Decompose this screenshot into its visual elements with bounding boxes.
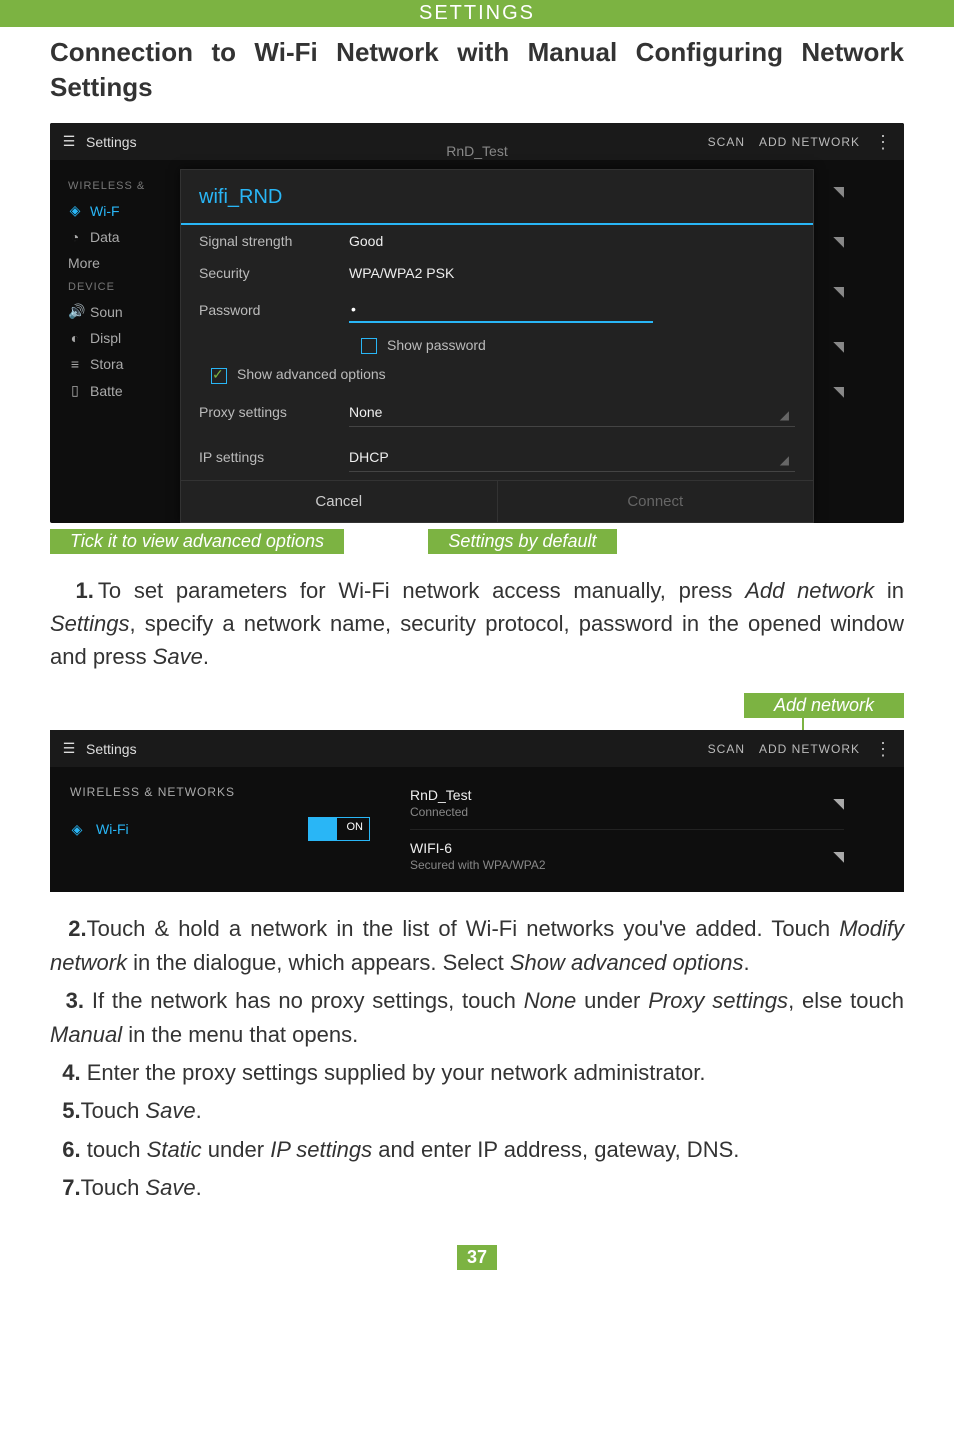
sidebar-section-wireless: WIRELESS & xyxy=(68,180,188,192)
ip-settings-label: IP settings xyxy=(199,449,349,465)
sidebar-item-sound[interactable]: 🔊Soun xyxy=(68,303,188,320)
network-name: RnD_Test xyxy=(410,787,471,803)
show-advanced-checkbox[interactable]: Show advanced options xyxy=(181,360,813,389)
topbar-title: Settings xyxy=(86,134,137,150)
ip-settings-spinner[interactable]: DHCP◢ xyxy=(349,443,795,472)
dialog-title: wifi_RND xyxy=(181,170,813,225)
connect-button[interactable]: Connect xyxy=(497,481,814,522)
network-name: WIFI-6 xyxy=(410,840,546,856)
wifi-signal-icon: ◥ xyxy=(833,795,844,812)
battery-icon: ▯ xyxy=(68,382,82,399)
step-4-text: 4. Enter the proxy settings supplied by … xyxy=(50,1056,904,1090)
security-value: WPA/WPA2 PSK xyxy=(349,265,795,281)
proxy-settings-spinner[interactable]: None◢ xyxy=(349,398,795,427)
wifi-icon: ◈ xyxy=(70,821,84,838)
security-label: Security xyxy=(199,265,349,281)
add-network-button[interactable]: ADD NETWORK xyxy=(759,742,860,756)
sidebar-item-wifi[interactable]: ◈ Wi-Fi xyxy=(70,817,370,841)
page-number: 37 xyxy=(457,1245,497,1270)
add-network-button[interactable]: ADD NETWORK xyxy=(759,135,860,149)
storage-icon: ≡ xyxy=(68,356,82,372)
sidebar-item-more[interactable]: More xyxy=(68,255,188,271)
password-label: Password xyxy=(199,302,349,318)
page-header: SETTINGS xyxy=(0,0,954,27)
checkbox-checked-icon xyxy=(211,368,227,384)
settings-icon: ☰ xyxy=(62,133,76,150)
display-icon: ◐ xyxy=(68,330,82,346)
section-heading-line2: Settings xyxy=(50,72,904,103)
dropdown-icon: ◢ xyxy=(780,408,789,422)
sound-icon: 🔊 xyxy=(68,303,82,320)
scan-button[interactable]: SCAN xyxy=(708,742,745,756)
scan-button[interactable]: SCAN xyxy=(708,135,745,149)
step-1-text: 1.To set parameters for Wi-Fi network ac… xyxy=(50,574,904,673)
sidebar-item-data[interactable]: ◔Data xyxy=(68,229,188,245)
wifi-icon: ◈ xyxy=(68,202,82,219)
settings-icon: ☰ xyxy=(62,740,76,757)
network-row[interactable]: RnD_Test Connected ◥ xyxy=(410,777,844,830)
wifi-toggle[interactable] xyxy=(308,817,370,841)
screenshot-wifi-list: ☰ Settings SCAN ADD NETWORK ⋮ WIRELESS &… xyxy=(50,730,904,892)
step-2-text: 2.Touch & hold a network in the list of … xyxy=(50,912,904,980)
sidebar-item-display[interactable]: ◐Displ xyxy=(68,330,188,346)
wifi-config-dialog: wifi_RND Signal strength Good Security W… xyxy=(180,169,814,523)
sidebar-item-battery[interactable]: ▯Batte xyxy=(68,382,188,399)
dropdown-icon: ◢ xyxy=(780,453,789,467)
checkbox-icon xyxy=(361,338,377,354)
sidebar-item-storage[interactable]: ≡Stora xyxy=(68,356,188,372)
callout-advanced-options: Tick it to view advanced options xyxy=(50,529,344,554)
section-heading-line1: Connection to Wi-Fi Network with Manual … xyxy=(50,37,904,68)
data-icon: ◔ xyxy=(68,229,82,245)
callout-add-network: Add network xyxy=(744,693,904,718)
sidebar-item-wifi[interactable]: ◈Wi-F xyxy=(68,202,188,219)
step-5-text: 5.Touch Save. xyxy=(50,1094,904,1128)
sidebar-section-wireless: WIRELESS & NETWORKS xyxy=(70,785,370,799)
screenshot-wifi-dialog: ☰ Settings SCAN ADD NETWORK ⋮ RnD_Test ◥… xyxy=(50,123,904,523)
password-input[interactable] xyxy=(349,297,653,323)
step-6-text: 6. touch Static under IP settings and en… xyxy=(50,1133,904,1167)
network-status: Connected xyxy=(410,805,471,819)
signal-strength-label: Signal strength xyxy=(199,233,349,249)
step-7-text: 7.Touch Save. xyxy=(50,1171,904,1205)
overflow-icon[interactable]: ⋮ xyxy=(874,135,892,149)
network-row[interactable]: WIFI-6 Secured with WPA/WPA2 ◥ xyxy=(410,830,844,882)
callout-default-settings: Settings by default xyxy=(428,529,616,554)
wifi-signal-lock-icon: ◥ xyxy=(833,848,844,865)
signal-strength-value: Good xyxy=(349,233,795,249)
show-password-checkbox[interactable]: Show password xyxy=(181,331,813,360)
step-3-text: 3. If the network has no proxy settings,… xyxy=(50,984,904,1052)
sidebar-section-device: DEVICE xyxy=(68,281,188,293)
overflow-icon[interactable]: ⋮ xyxy=(874,742,892,756)
proxy-settings-label: Proxy settings xyxy=(199,404,349,420)
bg-network-name: RnD_Test xyxy=(446,143,507,159)
cancel-button[interactable]: Cancel xyxy=(181,481,497,522)
network-status: Secured with WPA/WPA2 xyxy=(410,858,546,872)
topbar-title: Settings xyxy=(86,741,137,757)
